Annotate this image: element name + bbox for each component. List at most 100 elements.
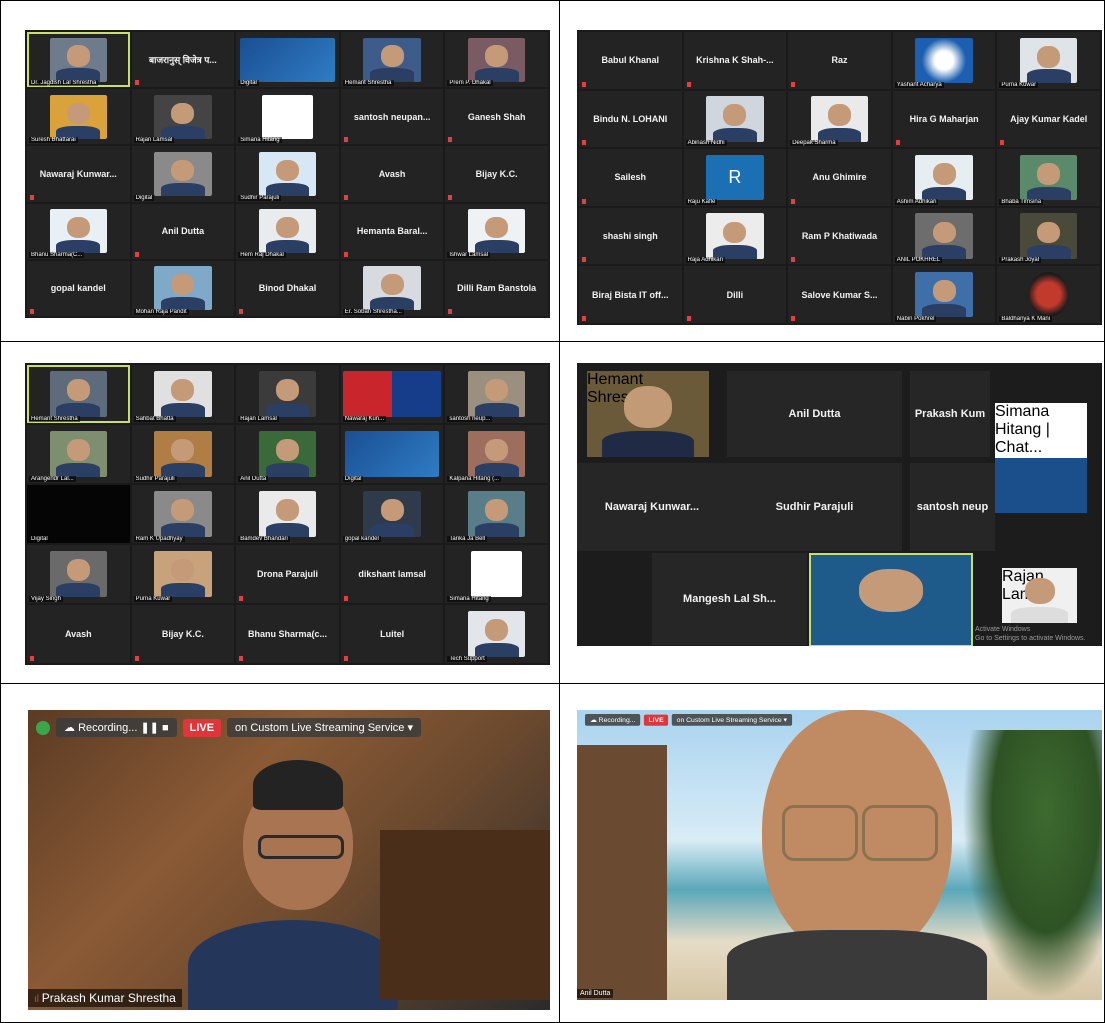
participant-tile[interactable]: Nabin Pokhrel: [892, 266, 996, 323]
participant-tile[interactable]: Vijay Singh: [27, 545, 130, 603]
presenter-poster-tile[interactable]: [809, 553, 973, 646]
participant-tile[interactable]: Rajan Lamsal: [1002, 568, 1077, 623]
live-badge: LIVE: [644, 714, 668, 726]
participant-name-label: ıl Prakash Kumar Shrestha: [28, 989, 182, 1007]
participant-tile[interactable]: Bhanu Sharma(c...: [236, 605, 339, 663]
participant-tile[interactable]: Prem P. Dhakal: [445, 32, 548, 88]
participant-tile[interactable]: Simana Hitang: [445, 545, 548, 603]
participant-tile[interactable]: Anil Dutta: [236, 425, 339, 483]
participant-tile[interactable]: santosh neupan...: [340, 89, 444, 145]
participant-name-label: Suresh Bhattarai: [29, 137, 78, 144]
participant-tile[interactable]: ANIL POKHREL: [892, 207, 996, 265]
participant-tile[interactable]: Ram K Upadhyay: [131, 485, 235, 543]
participant-tile[interactable]: Bijay K.C.: [131, 605, 235, 663]
participant-tile[interactable]: Hemanta Baral...: [340, 203, 444, 259]
participant-tile[interactable]: shashi singh: [579, 207, 682, 265]
participant-tile[interactable]: Hemant Shrestha: [27, 365, 130, 423]
participant-tile[interactable]: Ram P Khatiwada: [788, 207, 891, 265]
participant-tile[interactable]: Babul Khanal: [579, 32, 682, 89]
stop-icon[interactable]: ■: [162, 722, 169, 734]
participant-tile[interactable]: Prakash Joyal: [997, 207, 1100, 265]
recording-status[interactable]: ☁ Recording... ❚❚ ■: [56, 718, 177, 737]
participant-tile[interactable]: Digital: [236, 32, 339, 88]
participant-tile[interactable]: Abinash Nidhi: [683, 90, 787, 148]
participant-tile[interactable]: Bhaba Timsina: [997, 149, 1100, 206]
digital-poster-tile[interactable]: [995, 458, 1087, 513]
participant-name-label: Ashim Adhikari: [894, 198, 939, 205]
participant-tile[interactable]: Er. Soban Shrestha...: [340, 260, 444, 316]
participant-tile[interactable]: Ashim Adhikari: [892, 149, 996, 206]
participant-tile[interactable]: santosh neup...: [445, 365, 548, 423]
participant-tile[interactable]: Mohan Raja Pandit: [131, 260, 235, 316]
active-speaker-tile[interactable]: Hemant Shrestha: [587, 371, 709, 457]
participant-tile[interactable]: Raja Adhikari: [683, 207, 787, 265]
participant-tile[interactable]: Krishna K Shah-...: [683, 32, 787, 89]
participant-tile[interactable]: Digital: [27, 485, 130, 543]
participant-tile[interactable]: Bhanu Sharma(C...: [27, 203, 130, 259]
participant-tile[interactable]: Avash: [27, 605, 130, 663]
participant-tile[interactable]: gopal kandel: [27, 260, 130, 316]
participant-tile[interactable]: gopal kandel: [340, 485, 444, 543]
participant-tile[interactable]: Bamdev Bhandari: [236, 485, 339, 543]
participant-name-label: Simana Hitang: [447, 596, 491, 602]
participant-tile[interactable]: R Raju Kafle: [683, 149, 787, 206]
participant-tile[interactable]: Digital: [340, 425, 444, 483]
participant-tile[interactable]: Purna Kuwar: [131, 545, 235, 603]
participant-tile[interactable]: Anu Ghimire: [788, 149, 891, 206]
participant-tile[interactable]: Yashant Acharya: [892, 32, 996, 89]
participant-tile[interactable]: Drona Parajuli: [236, 545, 339, 603]
participant-name: Prakash Kum: [914, 408, 986, 420]
participant-tile[interactable]: Kalpana Hitang (...: [445, 425, 548, 483]
participant-tile[interactable]: Bijay K.C.: [445, 146, 548, 202]
participant-tile[interactable]: Arangendr Lal...: [27, 425, 130, 483]
participant-tile[interactable]: Avash: [340, 146, 444, 202]
participant-tile[interactable]: Dilli Ram Banstola: [445, 260, 548, 316]
participant-tile[interactable]: Hemant Shrestha: [340, 32, 444, 88]
participant-tile[interactable]: Baldhanya K Mani: [997, 266, 1100, 323]
participant-tile[interactable]: Sahbat Bhatta: [131, 365, 235, 423]
participant-tile[interactable]: Nawaraj Kunwar...: [27, 146, 130, 202]
participant-tile[interactable]: Raz: [788, 32, 891, 89]
participant-tile[interactable]: Ganesh Shah: [445, 89, 548, 145]
recording-toolbar: ☁ Recording... ❚❚ ■ LIVE on Custom Live …: [36, 718, 421, 737]
participant-tile[interactable]: Salove Kumar S...: [788, 266, 891, 323]
streaming-service-dropdown[interactable]: on Custom Live Streaming Service ▾: [671, 714, 792, 726]
recording-status[interactable]: ☁ Recording...: [585, 714, 641, 726]
participant-tile[interactable]: Deepak Sharma: [788, 90, 891, 148]
participant-tile[interactable]: Anil Dutta: [131, 203, 235, 259]
participant-tile[interactable]: Nawaraj Kunwar...: [577, 463, 727, 551]
participant-tile[interactable]: Sudhir Parajuli: [131, 425, 235, 483]
participant-tile[interactable]: Ajay Kumar Kadel: [997, 90, 1100, 148]
participant-tile[interactable]: Dilli: [683, 266, 787, 323]
participant-tile[interactable]: santosh neup: [910, 463, 995, 551]
participant-tile[interactable]: Simana Hitang: [236, 89, 339, 145]
participant-tile[interactable]: Biraj Bista IT off...: [579, 266, 682, 323]
simana-logo-tile[interactable]: Simana Hitang | Chat...: [995, 403, 1087, 465]
participant-tile[interactable]: Tanka Ja Bell: [445, 485, 548, 543]
participant-tile[interactable]: Luitel: [340, 605, 444, 663]
participant-tile[interactable]: Rajan Lamsal: [236, 365, 339, 423]
participant-tile[interactable]: Binod Dhakal: [236, 260, 339, 316]
pause-icon[interactable]: ❚❚: [140, 722, 158, 734]
streaming-service-dropdown[interactable]: on Custom Live Streaming Service ▾: [227, 718, 421, 737]
participant-tile[interactable]: Ishwar Lamsal: [445, 203, 548, 259]
participant-tile[interactable]: Sudhir Parajuli: [236, 146, 339, 202]
participant-tile[interactable]: Bindu N. LOHANI: [579, 90, 682, 148]
participant-tile[interactable]: Digital: [131, 146, 235, 202]
participant-tile[interactable]: dikshant lamsal: [340, 545, 444, 603]
participant-tile[interactable]: Hira G Maharjan: [892, 90, 996, 148]
participant-tile[interactable]: Anil Dutta: [727, 371, 902, 457]
participant-tile[interactable]: Nawaraj Kun...: [340, 365, 444, 423]
participant-tile[interactable]: Sudhir Parajuli: [727, 463, 902, 551]
participant-tile[interactable]: Hem Raj Dhakal: [236, 203, 339, 259]
participant-tile[interactable]: Mangesh Lal Sh...: [652, 553, 807, 645]
participant-tile[interactable]: Suresh Bhattarai: [27, 89, 130, 145]
muted-mic-icon: [134, 251, 139, 257]
participant-tile[interactable]: Prakash Kum: [910, 371, 990, 457]
participant-tile[interactable]: Dr. Jagdish Lal Shrestha: [27, 32, 130, 88]
participant-tile[interactable]: बाजरानुस् विजेत्र प...: [131, 32, 235, 88]
participant-tile[interactable]: Tech Support: [445, 605, 548, 663]
participant-tile[interactable]: Rajan Lamsal: [131, 89, 235, 145]
participant-tile[interactable]: Sailesh: [579, 149, 682, 206]
participant-tile[interactable]: Purna Kuwar: [997, 32, 1100, 89]
